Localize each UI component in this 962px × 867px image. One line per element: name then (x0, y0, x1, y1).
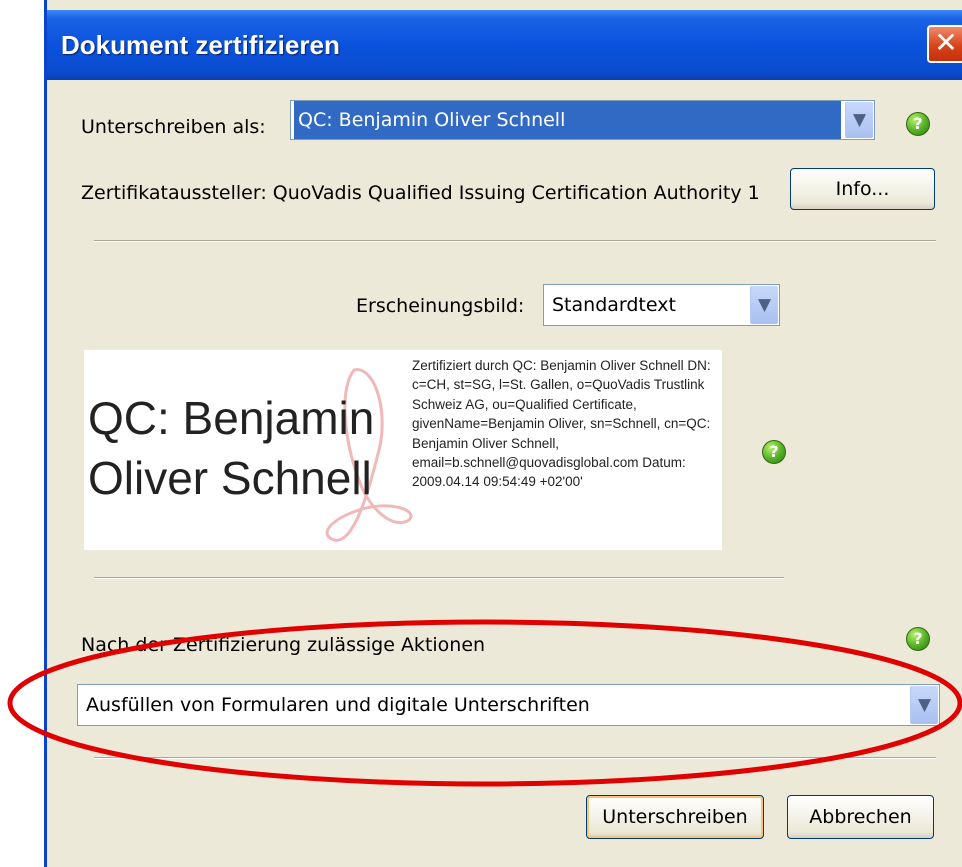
signature-details: Zertifiziert durch QC: Benjamin Oliver S… (412, 358, 711, 490)
sign-button-label: Unterschreiben (602, 806, 748, 828)
chevron-down-icon[interactable]: ▼ (750, 286, 778, 324)
chevron-down-icon[interactable]: ▼ (845, 102, 873, 138)
allowed-actions-dropdown[interactable]: Ausfüllen von Formularen und digitale Un… (77, 684, 940, 726)
cancel-button[interactable]: Abbrechen (787, 795, 934, 839)
close-button[interactable]: ✕ (927, 25, 962, 63)
allowed-actions-label: Nach der Zertifizierung zulässige Aktion… (81, 634, 486, 656)
info-button[interactable]: Info... (790, 168, 935, 210)
help-icon[interactable]: ? (906, 627, 930, 651)
title-bar[interactable]: Dokument zertifizieren ✕ (47, 10, 962, 80)
window-title: Dokument zertifizieren (61, 30, 340, 60)
separator (94, 240, 936, 242)
separator (94, 757, 936, 759)
appearance-dropdown[interactable]: Standardtext ▼ (543, 284, 780, 326)
cancel-button-label: Abbrechen (809, 806, 912, 828)
help-icon[interactable]: ? (906, 112, 930, 136)
issuer-text: Zertifikataussteller: QuoVadis Qualified… (81, 182, 760, 204)
appearance-value: Standardtext (552, 294, 676, 316)
sign-as-dropdown[interactable]: QC: Benjamin Oliver Schnell ▼ (290, 100, 875, 140)
info-button-label: Info... (835, 178, 890, 200)
sign-as-value: QC: Benjamin Oliver Schnell (294, 101, 841, 139)
signature-name-line2: Oliver Schnell (88, 452, 372, 504)
signature-preview: QC: Benjamin Oliver Schnell Zertifiziert… (84, 350, 722, 550)
separator (94, 577, 784, 579)
close-icon: ✕ (934, 26, 958, 59)
signature-name-line1: QC: Benjamin (88, 392, 375, 444)
allowed-actions-value: Ausfüllen von Formularen und digitale Un… (86, 694, 590, 716)
sign-as-label: Unterschreiben als: (81, 116, 266, 138)
appearance-label: Erscheinungsbild: (356, 295, 525, 317)
chevron-down-icon[interactable]: ▼ (910, 686, 938, 724)
sign-button[interactable]: Unterschreiben (586, 795, 764, 839)
help-icon[interactable]: ? (762, 440, 786, 464)
signature-name: QC: Benjamin Oliver Schnell (88, 388, 374, 508)
